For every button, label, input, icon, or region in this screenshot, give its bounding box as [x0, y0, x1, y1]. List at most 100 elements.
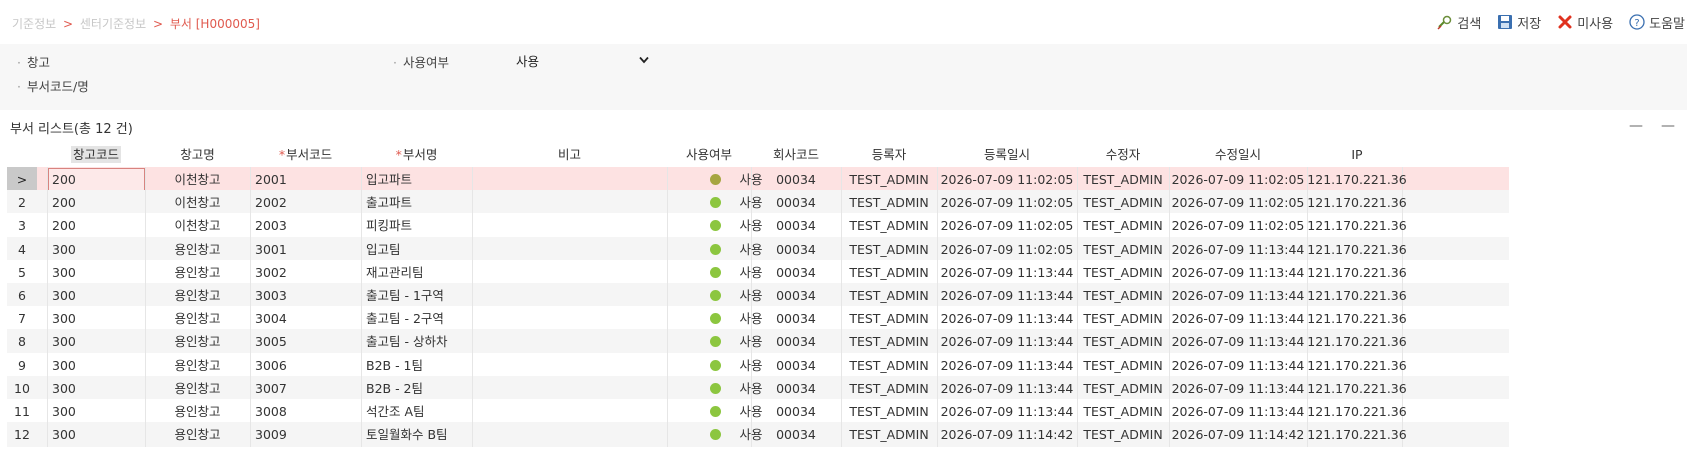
cell-company-code[interactable]: 00034: [751, 237, 841, 262]
cell-dept-code[interactable]: 3007: [255, 376, 361, 401]
cell-dept-code[interactable]: 3008: [255, 399, 361, 424]
cell-reg-date[interactable]: 2026-07-09 11:13:44: [937, 376, 1077, 401]
cell-dept-code[interactable]: 2002: [255, 190, 361, 215]
cell-ip[interactable]: 121.170.221.36: [1307, 422, 1407, 447]
cell-mod-date[interactable]: 2026-07-09 11:02:05: [1169, 190, 1307, 215]
cell-dept-code[interactable]: 3003: [255, 283, 361, 308]
cell-wh-code[interactable]: 300: [52, 329, 145, 354]
table-row[interactable]: 7 300 용인창고 3004 출고팀 - 2구역 사용 00034 TEST_ADMIN 20…: [7, 306, 1509, 332]
cell-wh-name[interactable]: 이천창고: [145, 213, 250, 238]
cell-reg-user[interactable]: TEST_ADMIN: [841, 306, 937, 331]
cell-dept-code[interactable]: 3006: [255, 353, 361, 378]
row-number[interactable]: 12: [7, 422, 37, 447]
cell-ip[interactable]: 121.170.221.36: [1307, 260, 1407, 285]
cell-wh-name[interactable]: 용인창고: [145, 329, 250, 354]
cell-ip[interactable]: 121.170.221.36: [1307, 329, 1407, 354]
cell-note[interactable]: [477, 329, 667, 354]
cell-company-code[interactable]: 00034: [751, 329, 841, 354]
cell-note[interactable]: [477, 190, 667, 215]
cell-mod-user[interactable]: TEST_ADMIN: [1077, 283, 1169, 308]
cell-dept-name[interactable]: 출고팀 - 상하차: [366, 329, 472, 354]
column-header-ip[interactable]: IP: [1307, 142, 1407, 167]
cell-reg-user[interactable]: TEST_ADMIN: [841, 237, 937, 262]
cell-mod-user[interactable]: TEST_ADMIN: [1077, 260, 1169, 285]
cell-company-code[interactable]: 00034: [751, 306, 841, 331]
cell-reg-date[interactable]: 2026-07-09 11:02:05: [937, 213, 1077, 238]
cell-mod-date[interactable]: 2026-07-09 11:02:05: [1169, 213, 1307, 238]
cell-reg-user[interactable]: TEST_ADMIN: [841, 399, 937, 424]
column-header-note[interactable]: 비고: [472, 142, 667, 167]
cell-reg-date[interactable]: 2026-07-09 11:13:44: [937, 260, 1077, 285]
cell-dept-name[interactable]: 출고파트: [366, 190, 472, 215]
cell-wh-code[interactable]: 300: [52, 237, 145, 262]
cell-mod-user[interactable]: TEST_ADMIN: [1077, 376, 1169, 401]
table-row[interactable]: 11 300 용인창고 3008 석간조 A팀 사용 00034 TEST_ADMIN 2026…: [7, 399, 1509, 424]
cell-mod-user[interactable]: TEST_ADMIN: [1077, 190, 1169, 215]
cell-reg-date[interactable]: 2026-07-09 11:13:44: [937, 329, 1077, 354]
cell-mod-user[interactable]: TEST_ADMIN: [1077, 306, 1169, 331]
breadcrumb-item[interactable]: 센터기준정보: [80, 17, 146, 31]
cell-mod-date[interactable]: 2026-07-09 11:13:44: [1169, 353, 1307, 378]
cell-wh-name[interactable]: 용인창고: [145, 260, 250, 285]
cell-company-code[interactable]: 00034: [751, 422, 841, 447]
cell-ip[interactable]: 121.170.221.36: [1307, 283, 1407, 308]
cell-mod-date[interactable]: 2026-07-09 11:13:44: [1169, 329, 1307, 354]
cell-wh-code[interactable]: 200: [52, 213, 145, 238]
cell-dept-name[interactable]: 토일월화수 B팀: [366, 422, 472, 447]
cell-dept-code[interactable]: 3001: [255, 237, 361, 262]
cell-dept-code[interactable]: 3002: [255, 260, 361, 285]
cell-mod-date[interactable]: 2026-07-09 11:13:44: [1169, 306, 1307, 331]
cell-wh-code[interactable]: 300: [52, 422, 145, 447]
row-number[interactable]: 7: [7, 306, 37, 331]
cell-ip[interactable]: 121.170.221.36: [1307, 190, 1407, 215]
cell-company-code[interactable]: 00034: [751, 399, 841, 424]
cell-reg-date[interactable]: 2026-07-09 11:14:42: [937, 422, 1077, 447]
minimize-icon[interactable]: —: [1661, 118, 1675, 134]
cell-note[interactable]: [477, 399, 667, 424]
warehouse-code-input[interactable]: [130, 50, 220, 70]
cell-reg-date[interactable]: 2026-07-09 11:13:44: [937, 306, 1077, 331]
row-number[interactable]: 6: [7, 283, 37, 308]
cell-wh-name[interactable]: 용인창고: [145, 237, 250, 262]
cell-mod-user[interactable]: TEST_ADMIN: [1077, 353, 1169, 378]
cell-wh-code[interactable]: 300: [52, 353, 145, 378]
row-number[interactable]: 4: [7, 237, 37, 262]
cell-ip[interactable]: 121.170.221.36: [1307, 399, 1407, 424]
cell-mod-date[interactable]: 2026-07-09 11:13:44: [1169, 399, 1307, 424]
cell-wh-code[interactable]: 300: [52, 283, 145, 308]
cell-mod-user[interactable]: TEST_ADMIN: [1077, 329, 1169, 354]
table-row[interactable]: 12 300 용인창고 3009 토일월화수 B팀 사용 00034 TEST_ADMIN 20…: [7, 422, 1509, 448]
row-number[interactable]: 9: [7, 353, 37, 378]
table-row[interactable]: 8 300 용인창고 3005 출고팀 - 상하차 사용 00034 TEST_ADMIN 20…: [7, 329, 1509, 355]
cell-note[interactable]: [477, 283, 667, 308]
help-button[interactable]: ? 도움말: [1629, 13, 1685, 32]
cell-company-code[interactable]: 00034: [751, 283, 841, 308]
cell-company-code[interactable]: 00034: [751, 376, 841, 401]
cell-company-code[interactable]: 00034: [751, 167, 841, 192]
cell-reg-user[interactable]: TEST_ADMIN: [841, 422, 937, 447]
row-number[interactable]: 2: [7, 190, 37, 215]
cell-wh-name[interactable]: 용인창고: [145, 399, 250, 424]
cell-reg-date[interactable]: 2026-07-09 11:13:44: [937, 399, 1077, 424]
cell-mod-user[interactable]: TEST_ADMIN: [1077, 167, 1169, 192]
cell-dept-name[interactable]: 입고팀: [366, 237, 472, 262]
cell-note[interactable]: [477, 237, 667, 262]
table-row[interactable]: 9 300 용인창고 3006 B2B - 1팀 사용 00034 TEST_ADMIN 202…: [7, 352, 1509, 378]
cell-reg-user[interactable]: TEST_ADMIN: [841, 376, 937, 401]
cell-mod-date[interactable]: 2026-07-09 11:13:44: [1169, 376, 1307, 401]
table-row[interactable]: 10 300 용인창고 3007 B2B - 2팀 사용 00034 TEST_ADMIN 20…: [7, 375, 1509, 401]
cell-mod-date[interactable]: 2026-07-09 11:13:44: [1169, 260, 1307, 285]
row-number[interactable]: 3: [7, 213, 37, 238]
unused-button[interactable]: 미사용: [1557, 13, 1613, 32]
save-button[interactable]: 저장: [1497, 13, 1541, 32]
table-row[interactable]: 4 300 용인창고 3001 입고팀 사용 00034 TEST_ADMIN 2026-07-…: [7, 236, 1509, 262]
cell-note[interactable]: [477, 260, 667, 285]
column-header-mod-user[interactable]: 수정자: [1077, 142, 1169, 167]
dept-search-input[interactable]: [130, 74, 280, 94]
column-header-reg-date[interactable]: 등록일시: [937, 142, 1077, 167]
cell-reg-date[interactable]: 2026-07-09 11:02:05: [937, 237, 1077, 262]
cell-reg-user[interactable]: TEST_ADMIN: [841, 353, 937, 378]
cell-mod-date[interactable]: 2026-07-09 11:13:44: [1169, 237, 1307, 262]
cell-wh-name[interactable]: 용인창고: [145, 283, 250, 308]
cell-wh-name[interactable]: 용인창고: [145, 306, 250, 331]
